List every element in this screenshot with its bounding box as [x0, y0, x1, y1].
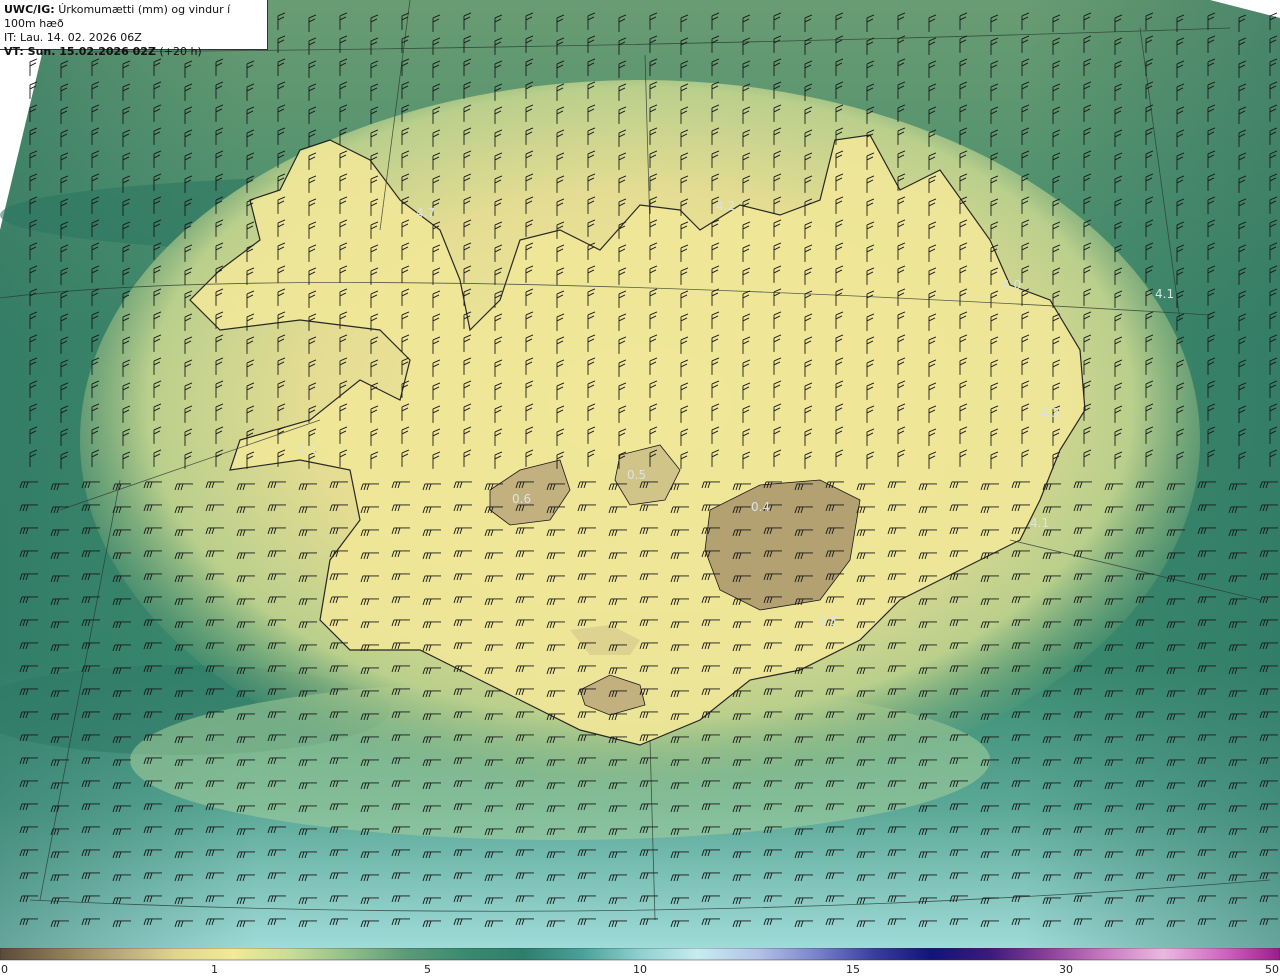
lead-time: (+20 h) — [159, 45, 202, 58]
colorbar-tick-50: 50 — [1265, 963, 1279, 976]
colorbar-tick-1: 1 — [211, 963, 218, 976]
map-value-label: 0.4 — [751, 500, 770, 514]
map-value-label: 4.3 — [1040, 406, 1059, 420]
map-value-label: 4.1 — [1155, 287, 1174, 301]
title-line: UWC/IG: Úrkomumætti (mm) og vindur í 100… — [4, 3, 263, 31]
map-value-label: 4.7 — [416, 206, 435, 220]
map-value-label: 0.5 — [627, 468, 646, 482]
colorbar-tick-15: 15 — [846, 963, 860, 976]
colorbar-tick-5: 5 — [424, 963, 431, 976]
wind-barb — [29, 58, 38, 76]
colorbar-tick-10: 10 — [633, 963, 647, 976]
map-value-label: 4.1 — [1030, 516, 1049, 530]
forecast-map: 4.7 4.2 4.0 4.1 4.3 4.1 0.5 0.4 0.6 0.8 … — [0, 0, 1280, 948]
valid-time-line: VT: Sun. 15.02.2026 02Z (+20 h) — [4, 45, 263, 59]
map-value-label: 4.0 — [1002, 278, 1021, 292]
colorbar-tick-30: 30 — [1059, 963, 1073, 976]
map-value-label: 1.1 — [298, 442, 317, 456]
init-time: IT: Lau. 14. 02. 2026 06Z — [4, 31, 142, 44]
valid-time: VT: Sun. 15.02.2026 02Z — [4, 45, 156, 58]
model-name: UWC/IG: — [4, 3, 55, 16]
map-info-box: UWC/IG: Úrkomumætti (mm) og vindur í 100… — [0, 0, 268, 58]
colorbar-tick-0: 0 — [1, 963, 8, 976]
colorbar-ramp — [0, 948, 1280, 961]
map-value-label: 0.8 — [818, 614, 837, 628]
map-value-label: 0.6 — [512, 492, 531, 506]
map-value-label: 4.2 — [716, 199, 735, 213]
